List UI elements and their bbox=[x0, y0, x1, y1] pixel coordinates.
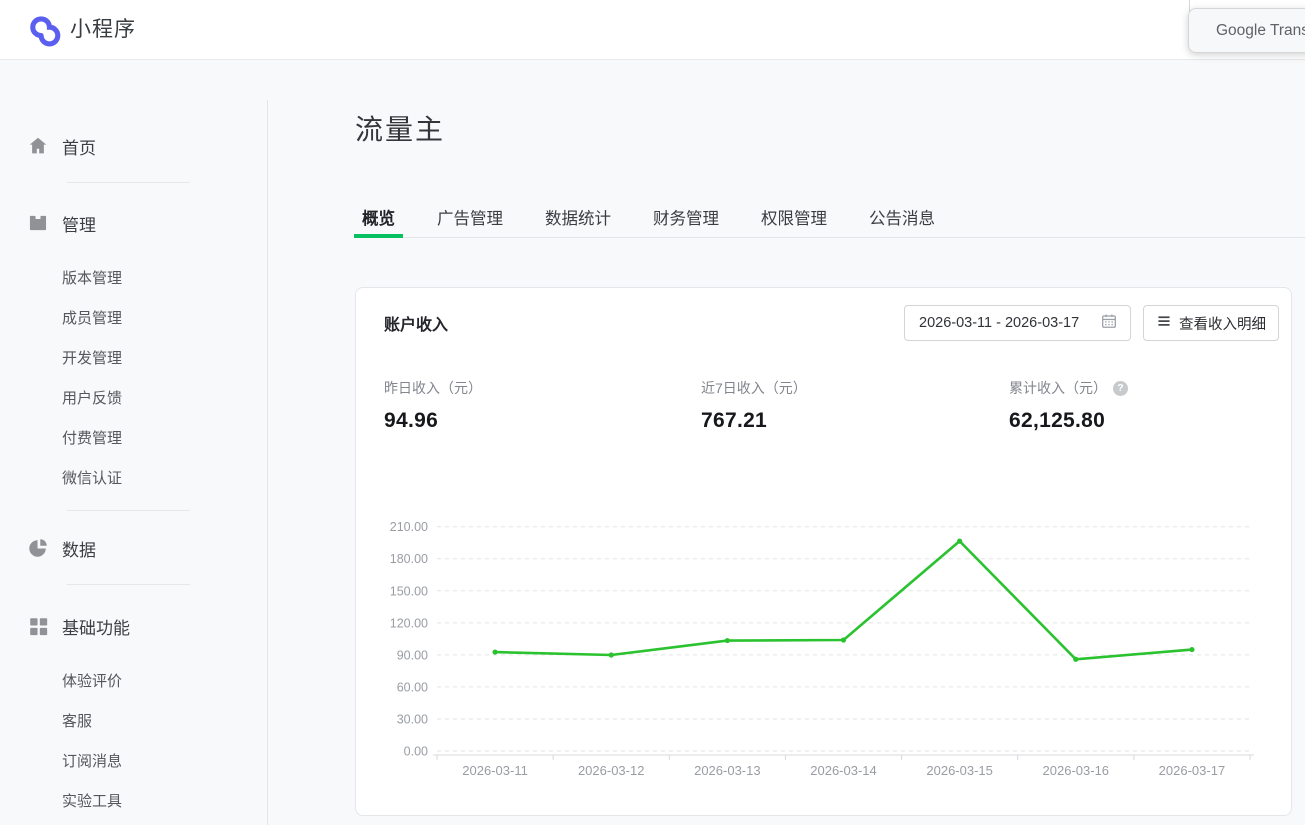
svg-text:90.00: 90.00 bbox=[397, 648, 428, 662]
svg-text:2026-03-11: 2026-03-11 bbox=[462, 763, 528, 778]
tray-icon bbox=[27, 212, 49, 234]
sidebar-divider bbox=[267, 100, 268, 825]
account-income-card: 账户收入 2026-03-11 - 2026-03-17 bbox=[355, 287, 1292, 816]
app-title: 小程序 bbox=[70, 0, 136, 60]
sidebar-item-customer-service[interactable]: 客服 bbox=[0, 700, 267, 740]
sidebar-manage-sublist: 版本管理 成员管理 开发管理 用户反馈 付费管理 微信认证 bbox=[0, 257, 267, 497]
svg-text:2026-03-13: 2026-03-13 bbox=[694, 763, 761, 778]
card-title: 账户收入 bbox=[384, 311, 448, 335]
tab-finance-manage[interactable]: 财务管理 bbox=[653, 204, 719, 237]
stat-label: 昨日收入（元） bbox=[384, 378, 482, 398]
sidebar-item-experience-review[interactable]: 体验评价 bbox=[0, 660, 267, 700]
grid-icon bbox=[27, 615, 49, 637]
stat-value: 62,125.80 bbox=[1009, 409, 1128, 433]
sidebar-item-subscribe-message[interactable]: 订阅消息 bbox=[0, 740, 267, 780]
sidebar-section-divider bbox=[67, 584, 190, 585]
sidebar-item-label: 首页 bbox=[62, 134, 96, 159]
tab-announcement[interactable]: 公告消息 bbox=[869, 204, 935, 237]
sidebar-item-experiment-tools[interactable]: 实验工具 bbox=[0, 780, 267, 820]
miniprogram-console-window: 小程序 Google Trans 首页 管理 版本管理 成员管理 开发管理 用户… bbox=[0, 0, 1305, 825]
svg-text:2026-03-12: 2026-03-12 bbox=[578, 763, 645, 778]
stat-yesterday-income: 昨日收入（元） 94.96 bbox=[384, 378, 482, 433]
tab-bar: 概览 广告管理 数据统计 财务管理 权限管理 公告消息 bbox=[357, 204, 1305, 238]
top-header: 小程序 Google Trans bbox=[0, 0, 1305, 60]
sidebar-item-dev-manage[interactable]: 开发管理 bbox=[0, 337, 267, 377]
tab-overview[interactable]: 概览 bbox=[362, 204, 395, 237]
svg-text:2026-03-15: 2026-03-15 bbox=[926, 763, 993, 778]
sidebar-item-data[interactable]: 数据 bbox=[0, 530, 267, 566]
sidebar-item-manage[interactable]: 管理 bbox=[0, 205, 267, 241]
view-income-detail-button[interactable]: 查看收入明细 bbox=[1143, 305, 1279, 341]
google-translate-popup[interactable]: Google Trans bbox=[1188, 8, 1305, 53]
sidebar-item-user-feedback[interactable]: 用户反馈 bbox=[0, 377, 267, 417]
wechat-miniprogram-logo-icon bbox=[25, 10, 65, 50]
svg-text:2026-03-16: 2026-03-16 bbox=[1043, 763, 1110, 778]
sidebar-item-label: 管理 bbox=[62, 211, 96, 236]
sidebar-section-divider bbox=[67, 182, 190, 183]
stat-7day-income: 近7日收入（元） 767.21 bbox=[701, 378, 807, 433]
stat-value: 767.21 bbox=[701, 409, 807, 433]
svg-text:2026-03-17: 2026-03-17 bbox=[1159, 763, 1226, 778]
svg-text:0.00: 0.00 bbox=[404, 745, 428, 759]
income-chart: 0.00 30.00 60.00 90.00 120.00 150.00 180.00 210… bbox=[368, 503, 1281, 803]
sidebar-item-label: 基础功能 bbox=[62, 614, 130, 639]
page-title: 流量主 bbox=[355, 108, 445, 148]
sidebar-item-payment-manage[interactable]: 付费管理 bbox=[0, 417, 267, 457]
svg-text:180.00: 180.00 bbox=[390, 552, 428, 566]
svg-text:2026-03-14: 2026-03-14 bbox=[810, 763, 877, 778]
date-range-value: 2026-03-11 - 2026-03-17 bbox=[919, 315, 1100, 331]
sidebar-item-label: 数据 bbox=[62, 536, 96, 561]
pie-icon bbox=[27, 537, 49, 559]
question-icon[interactable]: ? bbox=[1113, 381, 1128, 396]
date-range-picker[interactable]: 2026-03-11 - 2026-03-17 bbox=[904, 305, 1131, 341]
stat-label: 近7日收入（元） bbox=[701, 378, 807, 398]
svg-text:120.00: 120.00 bbox=[390, 616, 428, 630]
svg-text:30.00: 30.00 bbox=[397, 712, 428, 726]
stat-label: 累计收入（元） ? bbox=[1009, 378, 1128, 398]
sidebar-item-home[interactable]: 首页 bbox=[0, 128, 267, 164]
svg-text:210.00: 210.00 bbox=[390, 520, 428, 534]
view-income-detail-label: 查看收入明细 bbox=[1179, 313, 1266, 334]
sidebar-section-divider bbox=[67, 510, 190, 511]
sidebar-item-basic-functions[interactable]: 基础功能 bbox=[0, 608, 267, 644]
home-icon bbox=[27, 135, 49, 157]
list-menu-icon bbox=[1156, 313, 1172, 334]
sidebar-item-member-manage[interactable]: 成员管理 bbox=[0, 297, 267, 337]
svg-text:60.00: 60.00 bbox=[397, 680, 428, 694]
tab-permission-manage[interactable]: 权限管理 bbox=[761, 204, 827, 237]
tab-ad-manage[interactable]: 广告管理 bbox=[437, 204, 503, 237]
stat-total-income: 累计收入（元） ? 62,125.80 bbox=[1009, 378, 1128, 433]
sidebar-item-wechat-verify[interactable]: 微信认证 bbox=[0, 457, 267, 497]
svg-text:150.00: 150.00 bbox=[390, 584, 428, 598]
sidebar-basic-sublist: 体验评价 客服 订阅消息 实验工具 bbox=[0, 660, 267, 820]
calendar-icon bbox=[1100, 312, 1118, 335]
sidebar-nav: 首页 管理 版本管理 成员管理 开发管理 用户反馈 付费管理 微信认证 bbox=[0, 100, 267, 820]
sidebar-item-version-manage[interactable]: 版本管理 bbox=[0, 257, 267, 297]
stat-value: 94.96 bbox=[384, 409, 482, 433]
stat-label-text: 累计收入（元） bbox=[1009, 378, 1107, 398]
tab-data-stats[interactable]: 数据统计 bbox=[545, 204, 611, 237]
